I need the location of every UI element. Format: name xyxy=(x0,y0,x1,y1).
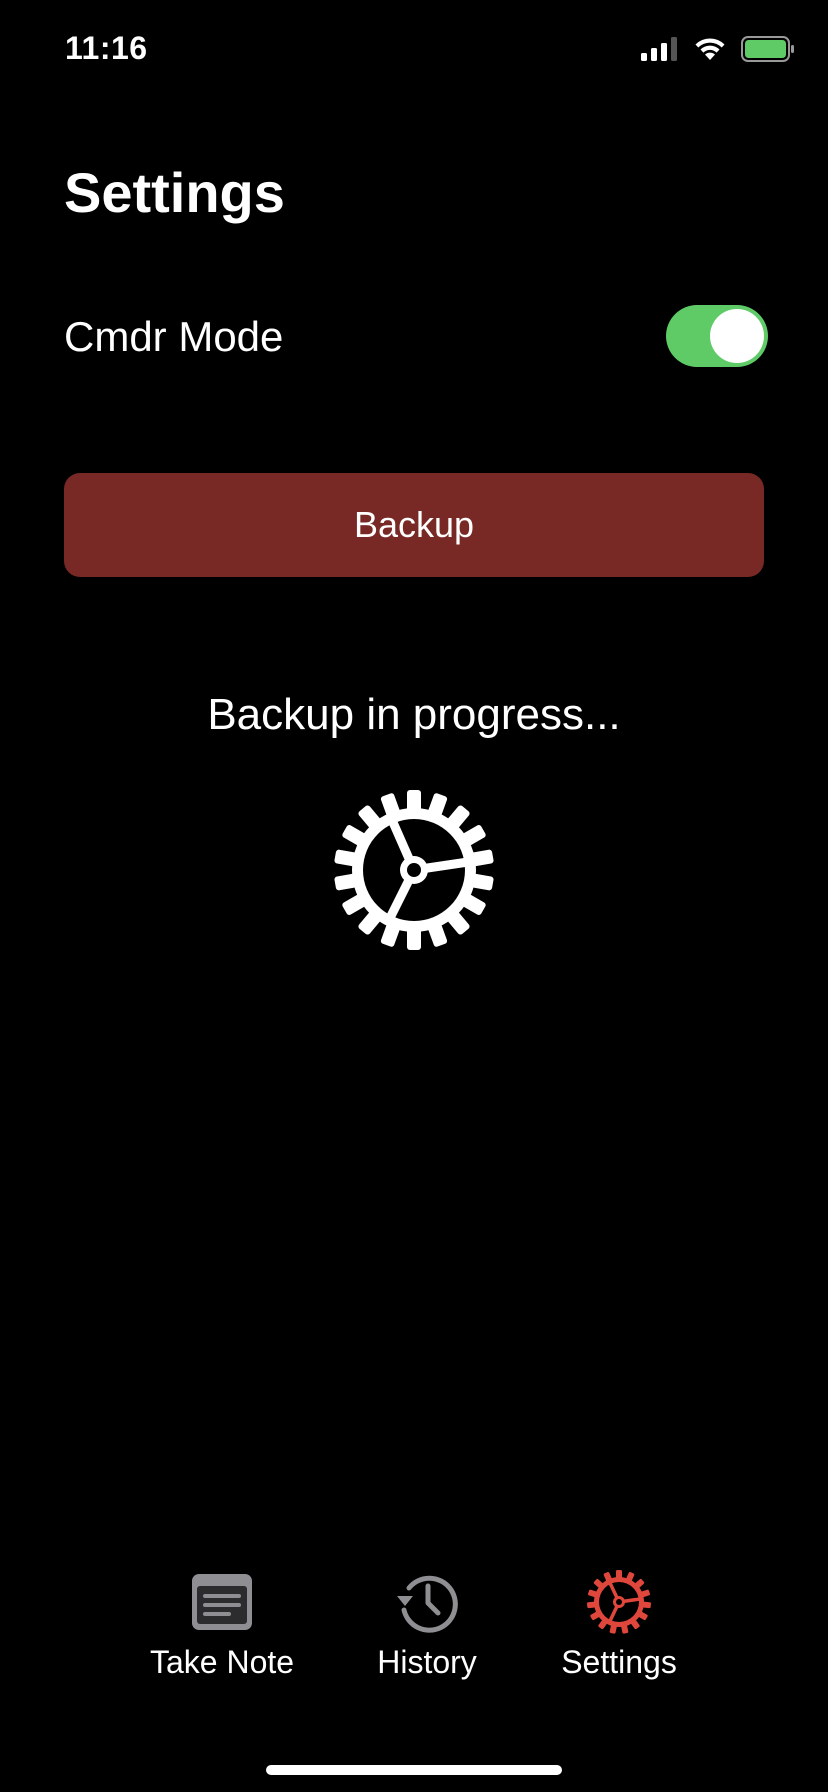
page-title: Settings xyxy=(64,161,285,224)
status-icons xyxy=(641,36,795,62)
gear-icon xyxy=(587,1570,651,1634)
toggle-knob xyxy=(710,309,764,363)
cmdr-mode-row: Cmdr Mode xyxy=(64,305,768,371)
history-icon xyxy=(397,1575,458,1633)
note-icon xyxy=(192,1574,252,1630)
gear-icon xyxy=(334,790,494,950)
battery-icon xyxy=(741,36,794,62)
tab-settings[interactable]: Settings xyxy=(556,1570,682,1681)
tab-take-note[interactable]: Take Note xyxy=(149,1570,295,1681)
cmdr-mode-label: Cmdr Mode xyxy=(64,313,284,360)
cmdr-mode-toggle[interactable] xyxy=(666,305,768,367)
tab-history[interactable]: History xyxy=(370,1570,484,1681)
signal-icon xyxy=(641,37,677,61)
status-bar: 11:16 xyxy=(0,0,828,100)
tab-label: Take Note xyxy=(149,1644,295,1680)
tab-label: Settings xyxy=(561,1644,677,1680)
tab-label: History xyxy=(377,1644,477,1680)
backup-button[interactable]: Backup xyxy=(64,473,764,577)
wifi-icon xyxy=(695,38,725,60)
tab-bar: Take Note History Settings xyxy=(0,1570,828,1710)
status-time: 11:16 xyxy=(65,30,148,66)
home-indicator[interactable] xyxy=(266,1765,562,1775)
backup-status-text: Backup in progress... xyxy=(207,690,621,739)
